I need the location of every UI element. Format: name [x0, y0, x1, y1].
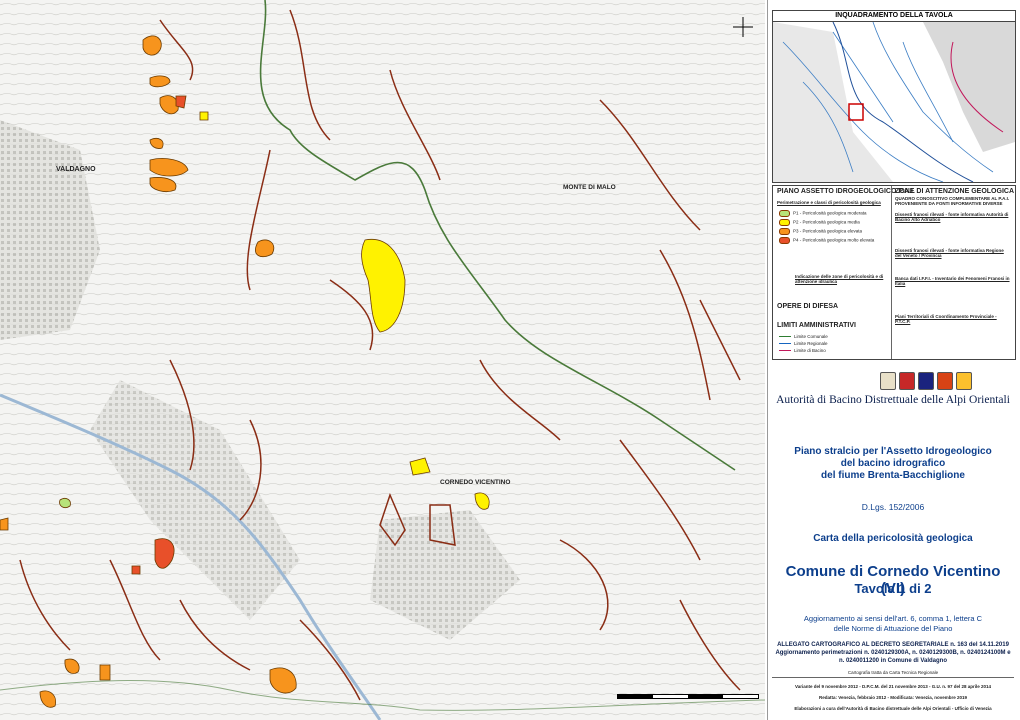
plan-title: Piano stralcio per l'Assetto Idrogeologi… — [772, 446, 1014, 482]
footer-box: Cartografia tratta da Carta Tecnica Regi… — [772, 670, 1014, 718]
swatch-p2 — [779, 219, 790, 226]
allegato-note: ALLEGATO CARTOGRAFICO AL DECRETO SEGRETA… — [772, 641, 1014, 665]
legend-limiti-title: LIMITI AMMINISTRATIVI — [777, 322, 856, 329]
legend-dissesti-2: Dissesti franosi rilevati - fonte inform… — [895, 248, 1004, 259]
decree: D.Lgs. 152/2006 — [861, 502, 925, 512]
line-comunale — [779, 336, 791, 338]
place-valdagno: VALDAGNO — [56, 166, 96, 173]
footer-line-3: Redatta: Venezia, febbraio 2012 - Modifi… — [818, 695, 968, 700]
inset-map-canvas — [773, 22, 1015, 182]
emblem-icon — [880, 372, 896, 390]
swatch-p4 — [779, 237, 790, 244]
swatch-p3 — [779, 228, 790, 235]
legend-class-p3: P3 - Pericolosità geologica elevata — [779, 228, 862, 235]
legend-class-p2: P2 - Pericolosità geologica media — [779, 219, 860, 226]
legend-limite-bacino: Limite di Bacino — [779, 348, 826, 353]
update-line-1: Aggiornamento ai sensi dell'art. 6, comm… — [803, 614, 983, 623]
legend-divider — [891, 186, 892, 359]
legend-dissesti-1: Dissesti franosi rilevati - fonte inform… — [895, 212, 1009, 223]
legend-right-title: ZONE DI ATTENZIONE GEOLOGICA — [895, 188, 1014, 195]
legend-limite-regionale: Limite Regionale — [779, 341, 828, 346]
line-regionale — [779, 343, 791, 345]
legend-left-subtitle: Perimetrazione e classi di pericolosità … — [777, 200, 881, 205]
allegato-line-1: ALLEGATO CARTOGRAFICO AL DECRETO SEGRETA… — [777, 642, 1009, 648]
province-logo-icon-2 — [937, 372, 953, 390]
swatch-p1 — [779, 210, 790, 217]
plan-title-line-3: del fiume Brenta-Bacchiglione — [821, 470, 965, 481]
legend-panel: PIANO ASSETTO IDROGEOLOGICO P.A.I. Perim… — [772, 185, 1016, 360]
region-logo-icon — [899, 372, 915, 390]
map-type: Carta della pericolosità geologica — [813, 533, 973, 544]
footer-line-4: Elaborazioni a cura dell'Autorità di Bac… — [794, 706, 992, 711]
legend-right-subtitle: QUADRO CONOSCITIVO COMPLEMENTARE AL P.A.… — [895, 196, 1010, 207]
legend-indicator: Indicazione delle zone di pericolosità e… — [795, 274, 884, 285]
map-area[interactable]: VALDAGNO MONTE DI MALO CORNEDO VICENTINO — [0, 0, 765, 720]
update-note: Aggiornamento ai sensi dell'art. 6, comm… — [772, 614, 1014, 634]
plan-title-line-2: del bacino idrografico — [840, 458, 946, 469]
legend-opere-title: OPERE DI DIFESA — [777, 303, 839, 310]
allegato-line-3: n. 0240011200 in Comune di Valdagno — [838, 658, 948, 664]
region-logo-icon-2 — [956, 372, 972, 390]
legend-banca: Banca dati I.F.F.I. - Inventario dei Fen… — [895, 276, 1010, 287]
legend-limite-comunale: Limite Comunale — [779, 334, 828, 339]
allegato-line-2: Aggiornamento perimetrazioni n. 02401293… — [775, 650, 1011, 656]
tavola-title: Tavola 1 di 2 — [854, 581, 932, 596]
north-arrow-icon — [733, 17, 753, 37]
map-canvas — [0, 0, 765, 720]
place-monte-di-malo: MONTE DI MALO — [563, 184, 616, 191]
line-bacino — [779, 350, 791, 352]
province-logo-icon — [918, 372, 934, 390]
inset-map — [772, 21, 1016, 183]
place-cornedo-vicentino: CORNEDO VICENTINO — [440, 479, 511, 486]
institution-logos — [880, 372, 972, 390]
scale-bar — [617, 694, 759, 699]
footer-line-2: Variante del 9 novembre 2012 - D.P.C.M. … — [794, 684, 991, 689]
legend-class-p1: P1 - Pericolosità geologica moderata — [779, 210, 867, 217]
plan-title-line-1: Piano stralcio per l'Assetto Idrogeologi… — [794, 446, 992, 457]
authority-name: Autorità di Bacino Distrettuale delle Al… — [776, 394, 1010, 406]
update-line-2: delle Norme di Attuazione del Piano — [833, 624, 953, 633]
legend-class-p4: P4 - Pericolosità geologica molto elevat… — [779, 237, 874, 244]
legend-ptcp: Piani Territoriali di Coordinamento Prov… — [895, 314, 997, 325]
footer-line-1: Cartografia tratta da Carta Tecnica Regi… — [847, 670, 939, 675]
